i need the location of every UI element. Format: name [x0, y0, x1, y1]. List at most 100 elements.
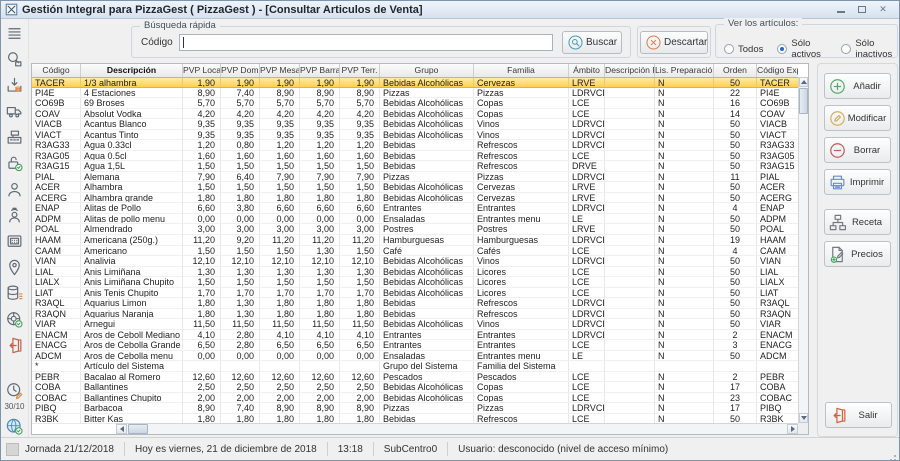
- descartar-button[interactable]: Descartar: [640, 31, 708, 54]
- table-row[interactable]: COBACBallantines Chupito2,002,002,002,00…: [32, 393, 798, 404]
- horizontal-scroll-thumb[interactable]: [128, 424, 148, 434]
- buscar-button[interactable]: Buscar: [562, 31, 622, 54]
- table-cell: N: [655, 151, 714, 161]
- online-globe-icon[interactable]: [4, 416, 25, 437]
- table-row[interactable]: R3BKBitter Kas1,801,801,801,801,80Bebida…: [32, 414, 798, 423]
- column-header[interactable]: Código Exportación: [757, 64, 798, 77]
- table-row[interactable]: COBABallantines2,502,502,502,502,50Bebid…: [32, 382, 798, 393]
- table-row[interactable]: PI4E4 Estaciones8,907,408,908,908,90Pizz…: [32, 88, 798, 99]
- table-row[interactable]: VIANAnalivia12,1012,1012,1012,1012,10Beb…: [32, 256, 798, 267]
- scroll-right-icon[interactable]: [787, 424, 798, 434]
- table-row[interactable]: LIALXAnis Limiñana Chupito1,501,501,501,…: [32, 277, 798, 288]
- column-header[interactable]: PVP Terr.: [340, 64, 380, 77]
- radio-option-2[interactable]: Sólo inactivos: [841, 38, 897, 60]
- table-row[interactable]: LIALAnis Limiñana1,301,301,301,301,30Beb…: [32, 267, 798, 278]
- table-row-selected[interactable]: TACER1/3 alhambra1,901,901,901,901,90Beb…: [32, 77, 798, 88]
- close-icon[interactable]: ✕: [877, 4, 889, 15]
- table-row[interactable]: LIATAnis Tenis Chupito1,701,701,701,701,…: [32, 288, 798, 299]
- radio-option-0[interactable]: Todos: [724, 44, 763, 55]
- recipe-button[interactable]: Receta: [824, 209, 891, 235]
- radio-selected-icon[interactable]: [777, 44, 787, 54]
- table-row[interactable]: R3AG05Agua 0.5cl1,601,601,601,601,60Bebi…: [32, 151, 798, 162]
- table-row[interactable]: CO69B69 Broses5,705,705,705,705,70Bebida…: [32, 98, 798, 109]
- network-status-icon[interactable]: [4, 309, 25, 330]
- column-header[interactable]: PVP Local: [183, 64, 221, 77]
- scroll-down-icon[interactable]: [799, 413, 808, 423]
- cash-register-icon[interactable]: [4, 127, 25, 148]
- maximize-icon[interactable]: [856, 4, 868, 15]
- store-location-icon[interactable]: [4, 257, 25, 278]
- horizontal-scrollbar[interactable]: [116, 423, 798, 434]
- column-header[interactable]: PVP Barra: [300, 64, 340, 77]
- table-row[interactable]: CAAMAmericano1,501,501,501,301,50CaféCaf…: [32, 246, 798, 257]
- work-clock-icon[interactable]: 30/10: [4, 380, 25, 411]
- table-cell: Aquarius Naranja: [81, 309, 183, 319]
- table-row[interactable]: PIBQBarbacoa8,907,408,908,908,90PizzasPi…: [32, 403, 798, 414]
- column-header[interactable]: Descripción PDA: [605, 64, 655, 77]
- table-row[interactable]: PEBRBacalao al Romero12,6012,6012,6012,6…: [32, 372, 798, 383]
- radio-icon[interactable]: [724, 44, 734, 54]
- table-row[interactable]: ACERAlhambra1,501,501,501,501,50Bebidas …: [32, 182, 798, 193]
- print-button[interactable]: Imprimir: [824, 169, 891, 195]
- table-cell: [221, 361, 260, 371]
- scroll-left-icon[interactable]: [116, 424, 127, 434]
- fingerprint-access-icon[interactable]: [4, 205, 25, 226]
- session-exit-icon[interactable]: [4, 335, 25, 356]
- column-header[interactable]: Ámbito: [569, 64, 605, 77]
- security-lock-icon[interactable]: [4, 153, 25, 174]
- column-header[interactable]: Descripción: [81, 64, 183, 77]
- pos-terminal-icon[interactable]: [4, 231, 25, 252]
- column-header[interactable]: Familia: [474, 64, 569, 77]
- customer-icon[interactable]: [4, 179, 25, 200]
- column-header[interactable]: PVP Dom.: [221, 64, 260, 77]
- table-row[interactable]: R3AG15Agua 1,5L1,501,501,501,501,50Bebid…: [32, 161, 798, 172]
- table-cell: [605, 235, 655, 245]
- table-row[interactable]: ADPMAlitas de pollo menu0,000,000,000,00…: [32, 214, 798, 225]
- table-row[interactable]: VIACBAcantus Blanco9,359,359,359,359,35B…: [32, 119, 798, 130]
- minimize-icon[interactable]: [835, 4, 847, 15]
- add-button[interactable]: Añadir: [824, 73, 891, 99]
- table-row[interactable]: R3AQLAquarius Limon1,801,301,801,801,80B…: [32, 298, 798, 309]
- table-cell: 1,80: [340, 193, 380, 203]
- database-icon[interactable]: [4, 283, 25, 304]
- table-row[interactable]: ACERGAlhambra grande1,801,801,801,801,80…: [32, 193, 798, 204]
- table-cell: 1,80: [340, 298, 380, 308]
- search-article-icon[interactable]: [4, 49, 25, 70]
- table-row[interactable]: VIARArnegui11,5011,5011,5011,5011,50Bebi…: [32, 319, 798, 330]
- prices-button[interactable]: Precios: [824, 241, 891, 267]
- radio-icon[interactable]: [841, 44, 851, 54]
- table-cell: [605, 298, 655, 308]
- table-row[interactable]: POALAlmendrado3,003,003,003,003,00Postre…: [32, 224, 798, 235]
- column-header[interactable]: Código: [32, 64, 81, 77]
- column-header[interactable]: Lis. Preparación: [655, 64, 714, 77]
- table-row[interactable]: ENACGAros de Cebolla Grande6,502,806,506…: [32, 340, 798, 351]
- vertical-scrollbar[interactable]: [798, 77, 808, 423]
- table-row[interactable]: HAAMAmericana (250g.)11,209,2011,2011,20…: [32, 235, 798, 246]
- column-header[interactable]: Grupo: [380, 64, 474, 77]
- resize-grip[interactable]: [894, 455, 896, 457]
- delete-button[interactable]: Borrar: [824, 137, 891, 163]
- menu-icon[interactable]: [4, 23, 25, 44]
- import-goods-icon[interactable]: [4, 75, 25, 96]
- table-row[interactable]: COAVAbsolut Vodka4,204,204,204,204,20Beb…: [32, 109, 798, 120]
- table-row[interactable]: R3AQNAquarius Naranja1,801,301,801,801,8…: [32, 309, 798, 320]
- table-row[interactable]: R3AG33Agua 0.33cl1,200,801,201,201,20Beb…: [32, 140, 798, 151]
- table-cell: LCE: [569, 372, 605, 382]
- column-header[interactable]: Orden: [714, 64, 757, 77]
- table-row[interactable]: ENACMAros de Ceboll Mediano4,102,804,104…: [32, 330, 798, 341]
- table-row[interactable]: ADCMAros de Cebolla menu0,000,000,000,00…: [32, 351, 798, 362]
- code-input[interactable]: [179, 34, 553, 51]
- salir-button[interactable]: Salir: [825, 402, 892, 428]
- table-cell: Copas: [474, 393, 569, 403]
- table-cell: 7,40: [221, 88, 260, 98]
- vertical-scroll-thumb[interactable]: [799, 88, 808, 114]
- edit-button[interactable]: Modificar: [824, 105, 891, 131]
- table-row[interactable]: *Artículo del SistemaGrupo del SistemaFa…: [32, 361, 798, 372]
- scroll-up-icon[interactable]: [799, 77, 808, 87]
- table-row[interactable]: PIALAlemana7,906,407,907,907,90PizzasPiz…: [32, 172, 798, 183]
- delivery-truck-icon[interactable]: [4, 101, 25, 122]
- table-row[interactable]: ENAPAlitas de Pollo6,603,806,606,606,60E…: [32, 203, 798, 214]
- radio-option-1[interactable]: Sólo activos: [777, 38, 827, 60]
- table-row[interactable]: VIACTAcantus Tinto9,359,359,359,359,35Be…: [32, 130, 798, 141]
- column-header[interactable]: PVP Mesa: [260, 64, 300, 77]
